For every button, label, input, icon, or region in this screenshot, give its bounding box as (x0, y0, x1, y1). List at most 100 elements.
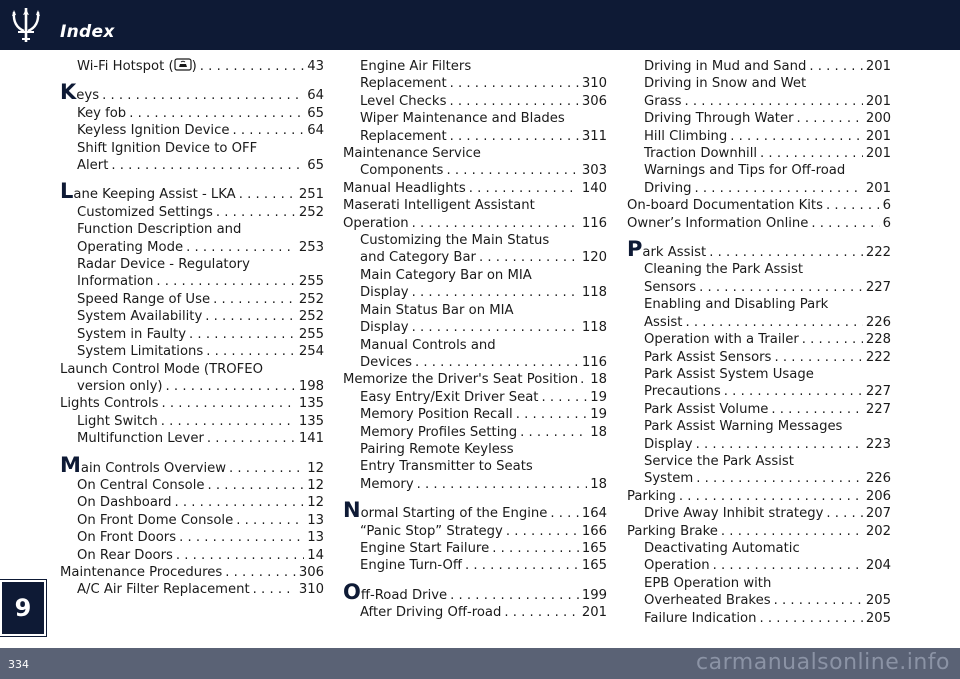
index-entry[interactable]: Driving in Mud and Sand201 (627, 58, 891, 75)
index-entry[interactable]: Parking206 (627, 488, 891, 505)
chapter-tab[interactable]: 9 (0, 579, 47, 637)
index-entry[interactable]: Park Assist 222 (627, 239, 891, 261)
index-entry[interactable]: Level Checks306 (343, 93, 607, 110)
index-entry[interactable]: Wi-Fi Hotspot () 43 (60, 58, 324, 75)
index-entry[interactable]: Lights Controls135 (60, 395, 324, 412)
index-entry[interactable]: Failure Indication205 (627, 610, 891, 627)
index-entry-line: Pairing Remote Keyless (360, 441, 514, 457)
index-entry[interactable]: Grass201 (627, 93, 891, 110)
index-entry[interactable]: Hill Climbing201 (627, 128, 891, 145)
index-entry-line: Main Status Bar on MIA (360, 302, 514, 318)
index-entry[interactable]: System in Faulty255 (60, 326, 324, 343)
index-entry[interactable]: Light Switch135 (60, 413, 324, 430)
index-entry-line: Driving in Snow and Wet (644, 76, 807, 92)
page-number: 334 (8, 658, 29, 671)
index-entry-line: Warnings and Tips for Off-road (644, 163, 846, 179)
index-entry[interactable]: On Rear Doors14 (60, 547, 324, 564)
index-entry[interactable]: Manual Headlights140 (343, 180, 607, 197)
index-entry[interactable]: Memorize the Driver's Seat Position18 (343, 371, 607, 388)
index-entry-line: Radar Device - Regulatory (77, 257, 250, 273)
index-entry[interactable]: System Availability252 (60, 308, 324, 325)
index-entry-line: Entry Transmitter to Seats (360, 459, 533, 475)
index-entry-line: Main Category Bar on MIA (360, 267, 532, 283)
index-entry[interactable]: Display118 (343, 284, 607, 301)
index-entry-line: Park Assist Warning Messages (644, 419, 843, 435)
index-entry[interactable]: Easy Entry/Exit Driver Seat19 (343, 389, 607, 406)
index-entry[interactable]: Off-Road Drive 199 (343, 581, 607, 604)
index-entry[interactable]: Keys 64 (60, 82, 324, 104)
index-entry[interactable]: Memory Profiles Setting18 (343, 424, 607, 441)
index-entry[interactable]: Components303 (343, 162, 607, 179)
index-entry[interactable]: Operation204 (627, 557, 891, 574)
index-entry[interactable]: Driving Through Water200 (627, 110, 891, 127)
index-entry[interactable]: Park Assist Volume227 (627, 401, 891, 418)
index-entry[interactable]: and Category Bar120 (343, 249, 607, 266)
index-entry[interactable]: Replacement310 (343, 75, 607, 92)
index-entry[interactable]: Sensors227 (627, 279, 891, 296)
index-entry-line: Wiper Maintenance and Blades (360, 111, 565, 127)
index-entry-line: Cleaning the Park Assist (644, 262, 804, 278)
index-entry[interactable]: Assist226 (627, 314, 891, 331)
index-entry[interactable]: Operation116 (343, 215, 607, 232)
index-entry[interactable]: “Panic Stop” Strategy166 (343, 523, 607, 540)
index-entry[interactable]: System226 (627, 470, 891, 487)
index-entry[interactable]: Multifunction Lever141 (60, 430, 324, 447)
index-entry[interactable]: Normal Starting of the Engine 164 (343, 500, 607, 522)
index-column-1: Wi-Fi Hotspot () 43 Keys 64 Key fob65 Ke… (60, 58, 324, 599)
index-entry[interactable]: Engine Start Failure165 (343, 540, 607, 557)
index-entry[interactable]: Drive Away Inhibit strategy207 (627, 505, 891, 522)
index-entry[interactable]: Speed Range of Use252 (60, 291, 324, 308)
index-column-3: Driving in Mud and Sand201 Driving in Sn… (627, 58, 891, 627)
index-entry[interactable]: Memory18 (343, 476, 607, 493)
index-entry[interactable]: Traction Downhill201 (627, 145, 891, 162)
index-entry[interactable]: Park Assist Sensors222 (627, 349, 891, 366)
index-entry[interactable]: Alert65 (60, 157, 324, 174)
index-entry-line: Enabling and Disabling Park (644, 297, 829, 313)
index-entry[interactable]: Operation with a Trailer228 (627, 331, 891, 348)
index-entry[interactable]: Overheated Brakes205 (627, 592, 891, 609)
index-entry-line: Maserati Intelligent Assistant (343, 198, 535, 214)
header-bar: Index (0, 0, 960, 50)
index-entry[interactable]: Devices116 (343, 354, 607, 371)
index-entry-line: Engine Air Filters (360, 59, 472, 74)
index-entry[interactable]: System Limitations254 (60, 343, 324, 360)
index-entry[interactable]: Information255 (60, 273, 324, 290)
index-entry[interactable]: Display223 (627, 436, 891, 453)
index-entry[interactable]: Lane Keeping Assist - LKA 251 (60, 181, 324, 203)
index-entry[interactable]: Operating Mode253 (60, 239, 324, 256)
index-entry[interactable]: Key fob65 (60, 105, 324, 122)
index-entry-line: Shift Ignition Device to OFF (77, 140, 258, 156)
index-entry[interactable]: Parking Brake202 (627, 523, 891, 540)
index-entry-line: EPB Operation with (644, 575, 772, 591)
index-entry[interactable]: Memory Position Recall19 (343, 406, 607, 423)
index-entry[interactable]: Driving201 (627, 180, 891, 197)
index-entry[interactable]: On Dashboard12 (60, 494, 324, 511)
watermark: carmanualsonline.info (696, 650, 950, 675)
index-entry-line: Service the Park Assist (644, 453, 794, 469)
index-entry[interactable]: Keyless Ignition Device64 (60, 122, 324, 139)
footer-bar: 334 carmanualsonline.info (0, 648, 960, 679)
index-entry[interactable]: On Front Doors13 (60, 529, 324, 546)
index-entry[interactable]: A/C Air Filter Replacement310 (60, 581, 324, 598)
index-entry-line: Manual Controls and (360, 337, 496, 353)
index-entry[interactable]: Display118 (343, 319, 607, 336)
index-entry[interactable]: Precautions227 (627, 383, 891, 400)
index-entry[interactable]: On Central Console12 (60, 477, 324, 494)
page-title: Index (60, 22, 115, 42)
trident-icon (12, 8, 40, 42)
index-entry[interactable]: Engine Turn-Off165 (343, 557, 607, 574)
index-entry[interactable]: After Driving Off-road201 (343, 604, 607, 621)
car-wifi-icon (174, 58, 192, 71)
index-entry[interactable]: On-board Documentation Kits6 (627, 197, 891, 214)
index-entry[interactable]: Maintenance Procedures306 (60, 564, 324, 581)
index-column-2: Engine Air Filters Replacement310 Level … (343, 58, 607, 622)
index-entry[interactable]: Owner’s Information Online6 (627, 215, 891, 232)
index-entry-line: Park Assist System Usage (644, 366, 814, 382)
index-entry-line: Function Description and (77, 222, 242, 238)
index-entry[interactable]: Customized Settings252 (60, 204, 324, 221)
index-entry[interactable]: Main Controls Overview 12 (60, 454, 324, 477)
index-entry[interactable]: On Front Dome Console13 (60, 512, 324, 529)
index-entry-line: Maintenance Service (343, 146, 481, 162)
index-entry[interactable]: Replacement311 (343, 128, 607, 145)
index-entry[interactable]: version only)198 (60, 378, 324, 395)
